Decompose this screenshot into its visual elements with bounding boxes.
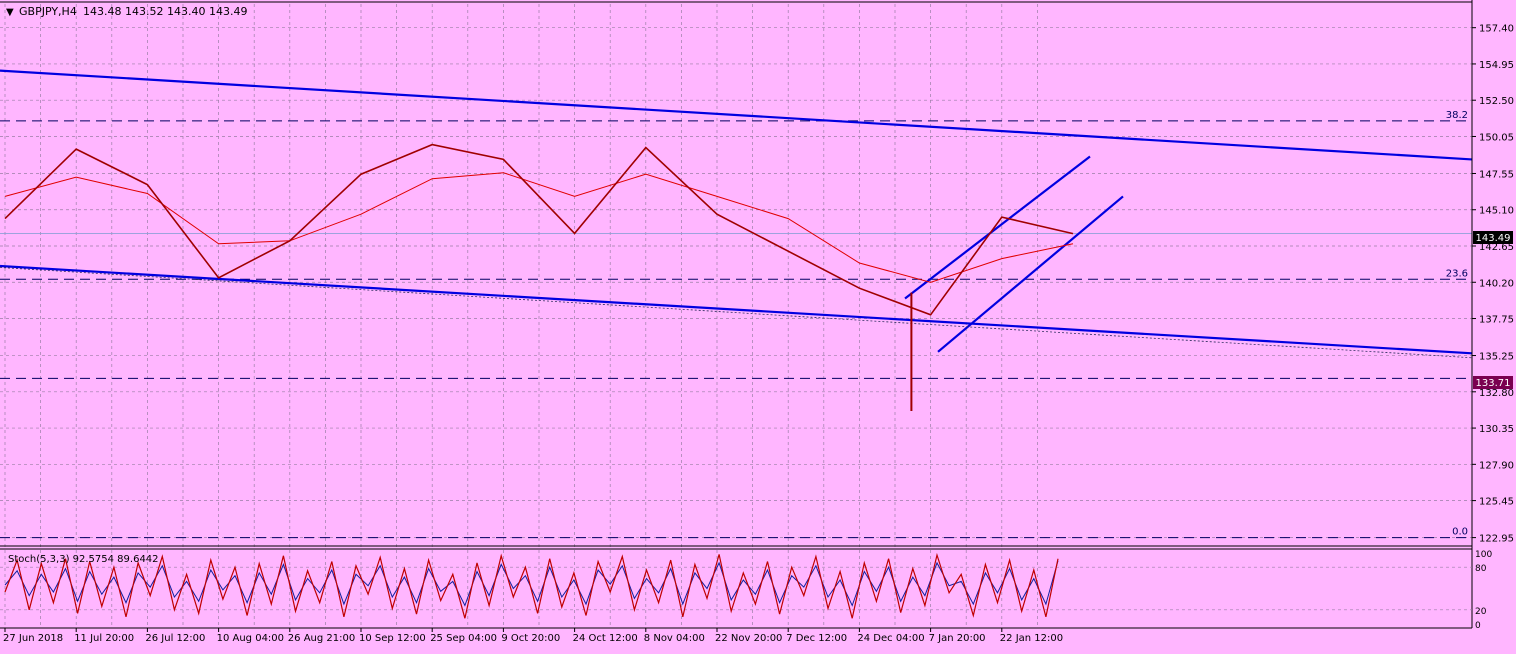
stoch-label: Stoch(5,3,3) 92.5754 89.6442 — [8, 554, 159, 565]
stoch-scale-label: 0 — [1475, 621, 1481, 631]
horizontal-levels — [0, 120, 1472, 539]
x-tick-label: 8 Nov 04:00 — [644, 633, 705, 644]
lower-trendline-shadow — [0, 267, 1473, 359]
y-tick-label: 154.95 — [1479, 60, 1514, 71]
current-price-label: 143.49 — [1476, 233, 1511, 244]
upper-trendline[interactable] — [0, 69, 1473, 161]
y-tick-label: 137.75 — [1479, 315, 1514, 326]
x-tick-label: 24 Oct 12:00 — [573, 633, 638, 644]
x-tick-label: 22 Jan 12:00 — [1000, 633, 1063, 644]
chart-window[interactable]: 38.2 23.6 0.0 157.40 154.95 152.50 150.05 147.… — [0, 0, 1516, 650]
x-tick-label: 11 Jul 20:00 — [74, 633, 134, 644]
y-tick-label: 125.45 — [1479, 497, 1514, 508]
price-chart-svg[interactable]: 38.2 23.6 0.0 157.40 154.95 152.50 150.05 147.… — [0, 0, 1516, 650]
stoch-scale-label: 20 — [1475, 607, 1487, 617]
y-tick-label: 122.95 — [1479, 534, 1514, 545]
trendlines[interactable] — [0, 69, 1473, 359]
x-tick-label: 10 Aug 04:00 — [217, 633, 284, 644]
fibonacci-labels: 38.2 23.6 0.0 — [1446, 110, 1468, 538]
fib-level-label: 23.6 — [1446, 268, 1468, 279]
stoch-scale-label: 80 — [1475, 564, 1487, 574]
y-tick-label: 147.55 — [1479, 169, 1514, 180]
y-tick-label: 130.35 — [1479, 424, 1514, 435]
price-series-line — [4, 143, 1074, 316]
time-axis[interactable]: 27 Jun 2018 11 Jul 20:00 26 Jul 12:00 10 Au… — [3, 628, 1063, 644]
stoch-main-line — [4, 552, 1059, 619]
y-tick-label: 127.90 — [1479, 460, 1514, 471]
fib-level-label: 38.2 — [1446, 110, 1468, 121]
channel-top-line[interactable] — [904, 155, 1091, 300]
y-tick-label: 152.50 — [1479, 96, 1514, 107]
x-tick-label: 26 Jul 12:00 — [145, 633, 205, 644]
stoch-scale: 100 80 20 0 — [0, 550, 1492, 631]
x-tick-label: 26 Aug 21:00 — [288, 633, 355, 644]
price-axis[interactable]: 157.40154.95152.50150.05147.55145.10142.… — [1472, 24, 1514, 545]
symbol-label: GBPJPY,H4 — [19, 5, 77, 18]
stoch-scale-label: 100 — [1475, 550, 1492, 560]
support-price-label: 133.71 — [1476, 378, 1511, 389]
header-dropdown-icon[interactable]: ▼ — [6, 7, 14, 18]
y-tick-label: 135.25 — [1479, 352, 1514, 363]
chart-grid — [0, 4, 1472, 628]
x-tick-label: 9 Oct 20:00 — [501, 633, 560, 644]
x-tick-label: 10 Sep 12:00 — [359, 633, 426, 644]
y-tick-label: 145.10 — [1479, 206, 1514, 217]
y-tick-label: 157.40 — [1479, 24, 1514, 35]
x-tick-label: 27 Jun 2018 — [3, 633, 63, 644]
x-tick-label: 7 Dec 12:00 — [786, 633, 847, 644]
x-tick-label: 24 Dec 04:00 — [857, 633, 924, 644]
y-tick-label: 132.80 — [1479, 388, 1514, 399]
y-tick-label: 140.20 — [1479, 278, 1514, 289]
y-tick-label: 150.05 — [1479, 132, 1514, 143]
x-tick-label: 25 Sep 04:00 — [430, 633, 497, 644]
channel-bottom-line[interactable] — [937, 195, 1124, 353]
fib-level-label: 0.0 — [1452, 527, 1468, 538]
x-tick-label: 7 Jan 20:00 — [929, 633, 986, 644]
ohlc-label: 143.48 143.52 143.40 143.49 — [83, 5, 247, 18]
x-tick-label: 22 Nov 20:00 — [715, 633, 782, 644]
